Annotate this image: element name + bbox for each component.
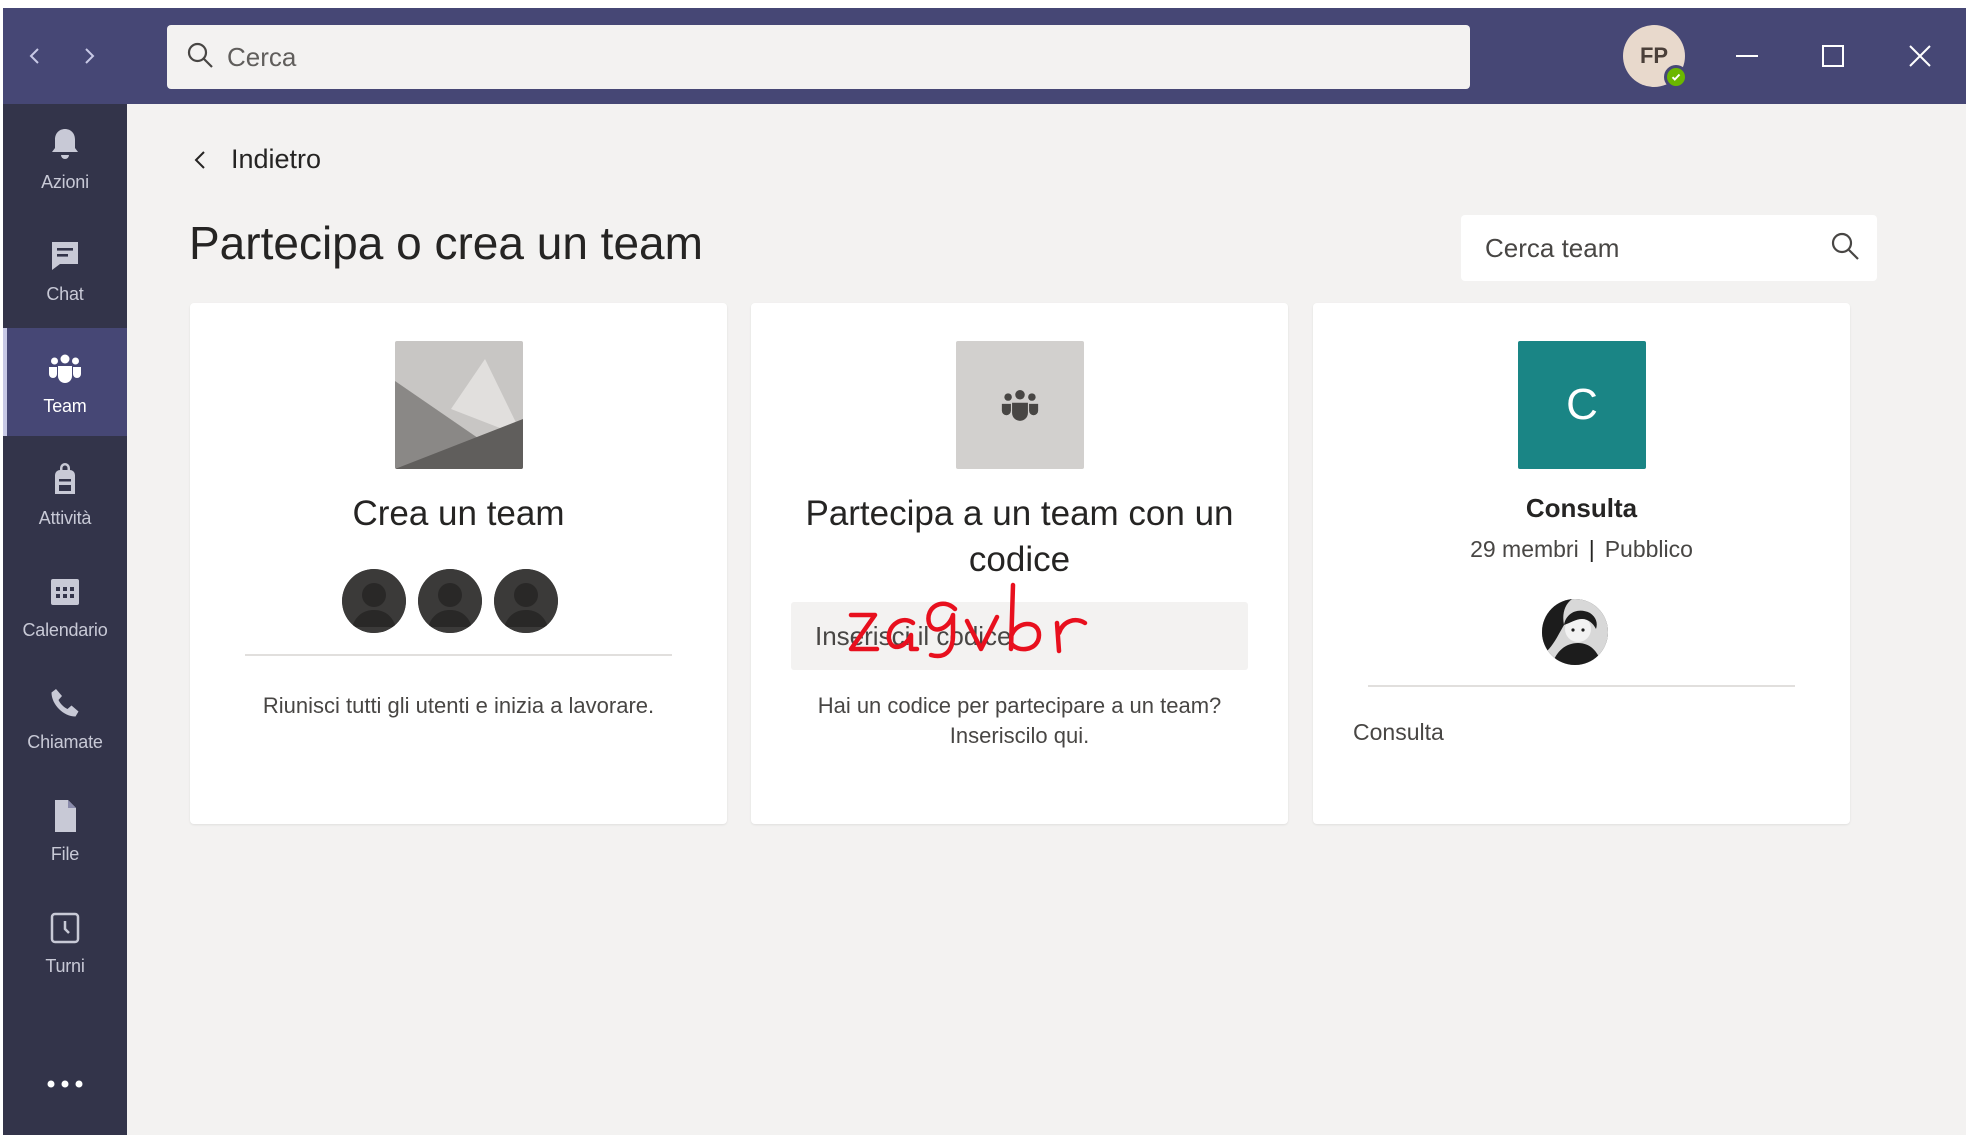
more-apps-button[interactable] bbox=[3, 1054, 127, 1114]
bell-icon bbox=[52, 128, 78, 159]
rail-item-azioni[interactable]: Azioni bbox=[3, 104, 127, 212]
team-description: Consulta bbox=[1353, 719, 1444, 745]
maximize-button[interactable] bbox=[1805, 28, 1861, 84]
teams-window: FP Azioni Chat Team Att bbox=[3, 8, 1966, 1135]
main-content: Indietro Partecipa o crea un team Crea u… bbox=[127, 104, 1966, 1135]
rail-item-chat[interactable]: Chat bbox=[3, 216, 127, 324]
person-placeholder-icon bbox=[418, 569, 482, 633]
minimize-icon bbox=[1736, 55, 1758, 57]
rail-item-team[interactable]: Team bbox=[3, 328, 127, 436]
rail-label: Attività bbox=[38, 507, 92, 528]
rail-label: Chat bbox=[46, 283, 84, 304]
calendar-icon bbox=[51, 578, 79, 605]
team-avatar-tile: C bbox=[1518, 341, 1646, 469]
team-code-input[interactable] bbox=[791, 602, 1248, 670]
rail-item-turni[interactable]: Turni bbox=[3, 888, 127, 996]
back-label: Indietro bbox=[231, 144, 322, 174]
minimize-button[interactable] bbox=[1719, 28, 1775, 84]
rail-item-file[interactable]: File bbox=[3, 776, 127, 884]
member-count: 29 membri bbox=[1470, 536, 1579, 562]
team-search-input[interactable] bbox=[1485, 232, 1829, 264]
card-divider bbox=[245, 654, 672, 656]
rail-label: Chiamate bbox=[27, 731, 103, 752]
global-search[interactable] bbox=[167, 25, 1470, 89]
join-with-code-card: Partecipa a un team con un codice Hai un… bbox=[751, 303, 1288, 824]
create-team-card[interactable]: Crea un team Riunisci tutti gli utenti e… bbox=[190, 303, 727, 824]
chevron-left-icon bbox=[194, 150, 205, 169]
rail-label: Calendario bbox=[22, 619, 108, 640]
app-rail: Azioni Chat Team Attività Calendario Chi… bbox=[3, 104, 127, 1135]
rail-item-calendario[interactable]: Calendario bbox=[3, 552, 127, 660]
team-visibility: Pubblico bbox=[1604, 536, 1693, 562]
back-arrow-icon[interactable] bbox=[15, 36, 55, 76]
team-name: Consulta bbox=[1525, 493, 1638, 523]
presence-available-icon bbox=[1664, 65, 1688, 89]
close-icon bbox=[1909, 45, 1931, 67]
rail-item-attivita[interactable]: Attività bbox=[3, 440, 127, 548]
rail-label: File bbox=[50, 843, 80, 864]
person-placeholder-icon bbox=[494, 569, 558, 633]
teams-icon bbox=[956, 341, 1084, 469]
title-bar: FP bbox=[3, 8, 1966, 104]
forward-arrow-icon[interactable] bbox=[69, 36, 109, 76]
rail-label: Azioni bbox=[41, 171, 89, 192]
page-title: Partecipa o crea un team bbox=[189, 217, 703, 269]
search-icon bbox=[185, 40, 215, 75]
rail-label: Team bbox=[43, 395, 87, 416]
member-placeholders bbox=[342, 569, 558, 633]
team-search[interactable] bbox=[1461, 215, 1877, 281]
backpack-icon bbox=[55, 462, 75, 494]
join-code-title: Partecipa a un team con un codice bbox=[805, 494, 1234, 579]
global-search-input[interactable] bbox=[227, 41, 1427, 73]
rail-label: Turni bbox=[45, 955, 85, 976]
chat-icon bbox=[52, 241, 78, 270]
avatar-initials: FP bbox=[1639, 43, 1669, 68]
close-button[interactable] bbox=[1892, 28, 1948, 84]
create-team-title: Crea un team bbox=[352, 494, 565, 533]
join-code-description: Hai un codice per partecipare a un team?… bbox=[817, 693, 1222, 748]
create-team-placeholder-image bbox=[395, 341, 523, 469]
person-placeholder-icon bbox=[342, 569, 406, 633]
team-meta: 29 membri | Pubblico bbox=[1313, 536, 1850, 563]
clock-icon bbox=[50, 912, 80, 943]
search-icon[interactable] bbox=[1829, 230, 1861, 267]
teams-icon bbox=[49, 354, 81, 383]
rail-item-chiamate[interactable]: Chiamate bbox=[3, 664, 127, 772]
phone-icon bbox=[51, 688, 79, 716]
meta-separator: | bbox=[1588, 536, 1595, 562]
file-icon bbox=[55, 799, 76, 832]
maximize-icon bbox=[1822, 45, 1844, 67]
team-letter: C bbox=[1518, 341, 1646, 469]
back-link[interactable]: Indietro bbox=[189, 144, 321, 175]
card-divider bbox=[1368, 685, 1795, 687]
more-icon bbox=[47, 1080, 83, 1088]
user-avatar[interactable]: FP bbox=[1623, 25, 1688, 89]
team-card-consulta[interactable]: C Consulta 29 membri | Pubblico Consulta bbox=[1313, 303, 1850, 824]
member-avatar-photo bbox=[1542, 599, 1608, 665]
create-team-description: Riunisci tutti gli utenti e inizia a lav… bbox=[262, 693, 655, 718]
